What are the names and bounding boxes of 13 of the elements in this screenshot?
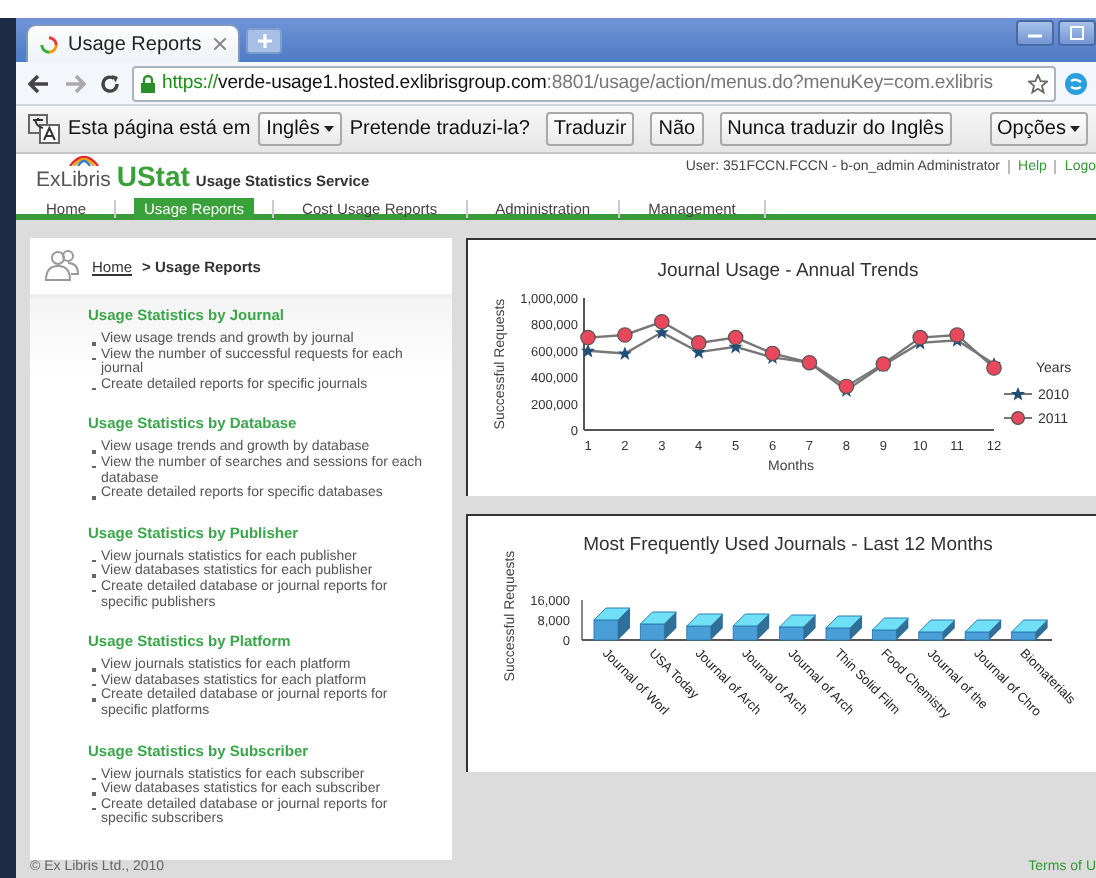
translate-question: Pretende traduzi-la? — [349, 118, 530, 140]
chart-title: Most Frequently Used Journals - Last 12 Months — [583, 534, 993, 556]
language-dropdown[interactable]: Inglês — [258, 112, 342, 146]
translate-prompt: Esta página está em — [68, 118, 251, 140]
translate-bar-button[interactable]: Traduzir — [545, 112, 635, 146]
options-dropdown[interactable]: Opções — [989, 112, 1088, 146]
browser-tab[interactable]: Usage Reports — [26, 24, 240, 62]
brand-logo: ExLibris — [36, 168, 111, 192]
translate-bar-button[interactable]: Nunca traduzir do Inglês — [719, 112, 952, 146]
address-bar[interactable]: https://verde-usage1.hosted.exlibrisgroup.com:8801/usage/action/menus.do?menuKey=com.exlibris — [132, 65, 1056, 101]
chart-title: Journal Usage - Annual Trends — [657, 260, 919, 282]
product-logo: UStat — [116, 160, 190, 192]
translate-bar-button[interactable]: Não — [650, 112, 704, 146]
